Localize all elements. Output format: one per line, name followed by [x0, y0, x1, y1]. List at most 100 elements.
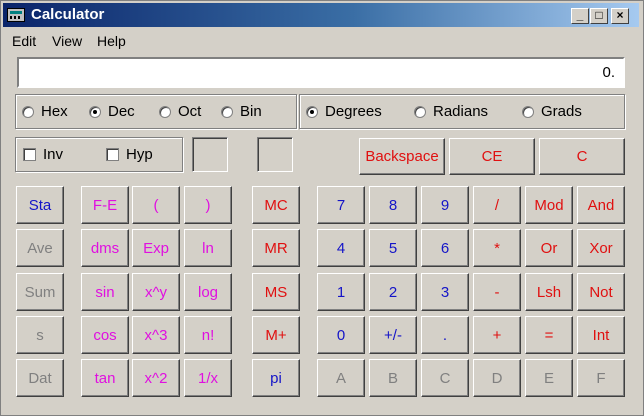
checkbox-hyp-label: Hyp	[126, 146, 153, 163]
reciprocal-button[interactable]: 1/x	[184, 359, 232, 397]
radio-bin[interactable]: Bin	[221, 95, 262, 128]
key-mod-button[interactable]: Mod	[525, 186, 573, 224]
x-cubed-button[interactable]: x^3	[132, 316, 180, 354]
checkbox-inv[interactable]: Inv	[23, 138, 63, 171]
key-divide-button[interactable]: /	[473, 186, 521, 224]
exp-button[interactable]: Exp	[132, 229, 180, 267]
ms-button[interactable]: MS	[252, 273, 300, 311]
key-int-button[interactable]: Int	[577, 316, 625, 354]
radio-hex[interactable]: Hex	[22, 95, 68, 128]
memory-indicator	[192, 137, 228, 172]
calculator-icon	[7, 8, 25, 22]
key-and-button[interactable]: And	[577, 186, 625, 224]
sin-button[interactable]: sin	[81, 273, 129, 311]
menu-help[interactable]: Help	[97, 33, 126, 49]
sta-button[interactable]: Sta	[16, 186, 64, 224]
open-paren-button[interactable]: (	[132, 186, 180, 224]
backspace-button[interactable]: Backspace	[359, 138, 445, 175]
radio-radians[interactable]: Radians	[414, 95, 488, 128]
number-base-group: Hex Dec Oct Bin	[15, 94, 297, 129]
parenthesis-indicator	[257, 137, 293, 172]
radio-circle-icon[interactable]	[414, 105, 426, 118]
checkbox-hyp[interactable]: Hyp	[106, 138, 153, 171]
key-4-button[interactable]: 4	[317, 229, 365, 267]
key-decimal-button[interactable]: .	[421, 316, 469, 354]
checkbox-inv-label: Inv	[43, 146, 64, 163]
title-bar[interactable]: Calculator _ □ ×	[3, 3, 639, 27]
tan-button[interactable]: tan	[81, 359, 129, 397]
dat-button[interactable]: Dat	[16, 359, 64, 397]
radio-grads-label: Grads	[541, 103, 582, 120]
key-8-button[interactable]: 8	[369, 186, 417, 224]
ln-button[interactable]: ln	[184, 229, 232, 267]
radio-dec[interactable]: Dec	[89, 95, 135, 128]
sum-button[interactable]: Sum	[16, 273, 64, 311]
key-not-button[interactable]: Not	[577, 273, 625, 311]
m-plus-button[interactable]: M+	[252, 316, 300, 354]
radio-circle-icon[interactable]	[306, 105, 318, 118]
key-d-button[interactable]: D	[473, 359, 521, 397]
log-button[interactable]: log	[184, 273, 232, 311]
checkbox-square-icon[interactable]	[106, 148, 119, 161]
s-button[interactable]: s	[16, 316, 64, 354]
key-1-button[interactable]: 1	[317, 273, 365, 311]
angle-unit-group: Degrees Radians Grads	[299, 94, 625, 129]
key-c-button[interactable]: C	[421, 359, 469, 397]
key-b-button[interactable]: B	[369, 359, 417, 397]
key-a-button[interactable]: A	[317, 359, 365, 397]
ave-button[interactable]: Ave	[16, 229, 64, 267]
radio-degrees[interactable]: Degrees	[306, 95, 382, 128]
radio-dec-label: Dec	[108, 103, 135, 120]
key-0-button[interactable]: 0	[317, 316, 365, 354]
radio-circle-icon[interactable]	[89, 105, 101, 118]
key-3-button[interactable]: 3	[421, 273, 469, 311]
radio-circle-icon[interactable]	[159, 105, 171, 118]
key-multiply-button[interactable]: *	[473, 229, 521, 267]
minimize-button[interactable]: _	[571, 8, 589, 24]
maximize-button[interactable]: □	[590, 8, 608, 24]
key-6-button[interactable]: 6	[421, 229, 469, 267]
radio-hex-label: Hex	[41, 103, 68, 120]
key-xor-button[interactable]: Xor	[577, 229, 625, 267]
menu-view[interactable]: View	[52, 33, 82, 49]
key-e-button[interactable]: E	[525, 359, 573, 397]
radio-circle-icon[interactable]	[221, 105, 233, 118]
radio-radians-label: Radians	[433, 103, 489, 120]
radio-circle-icon[interactable]	[22, 105, 34, 118]
result-display: 0.	[17, 57, 625, 88]
close-paren-button[interactable]: )	[184, 186, 232, 224]
mc-button[interactable]: MC	[252, 186, 300, 224]
c-button[interactable]: C	[539, 138, 625, 175]
dms-button[interactable]: dms	[81, 229, 129, 267]
key-9-button[interactable]: 9	[421, 186, 469, 224]
key-minus-button[interactable]: -	[473, 273, 521, 311]
close-button[interactable]: ×	[611, 8, 629, 24]
pi-button[interactable]: pi	[252, 359, 300, 397]
radio-degrees-label: Degrees	[325, 103, 382, 120]
key-2-button[interactable]: 2	[369, 273, 417, 311]
key-7-button[interactable]: 7	[317, 186, 365, 224]
menu-edit[interactable]: Edit	[12, 33, 36, 49]
factorial-button[interactable]: n!	[184, 316, 232, 354]
key-sign-button[interactable]: +/-	[369, 316, 417, 354]
ce-button[interactable]: CE	[449, 138, 535, 175]
x-squared-button[interactable]: x^2	[132, 359, 180, 397]
key-lsh-button[interactable]: Lsh	[525, 273, 573, 311]
radio-circle-icon[interactable]	[522, 105, 534, 118]
key-plus-button[interactable]: +	[473, 316, 521, 354]
f-e-button[interactable]: F-E	[81, 186, 129, 224]
x-pow-y-button[interactable]: x^y	[132, 273, 180, 311]
cos-button[interactable]: cos	[81, 316, 129, 354]
inv-hyp-group: Inv Hyp	[15, 137, 183, 172]
radio-oct-label: Oct	[178, 103, 202, 120]
radio-bin-label: Bin	[240, 103, 262, 120]
checkbox-square-icon[interactable]	[23, 148, 36, 161]
radio-oct[interactable]: Oct	[159, 95, 201, 128]
calculator-window: Calculator _ □ × Edit View Help 0. Hex De…	[0, 0, 644, 416]
key-f-button[interactable]: F	[577, 359, 625, 397]
mr-button[interactable]: MR	[252, 229, 300, 267]
key-5-button[interactable]: 5	[369, 229, 417, 267]
key-equals-button[interactable]: =	[525, 316, 573, 354]
radio-grads[interactable]: Grads	[522, 95, 582, 128]
key-or-button[interactable]: Or	[525, 229, 573, 267]
